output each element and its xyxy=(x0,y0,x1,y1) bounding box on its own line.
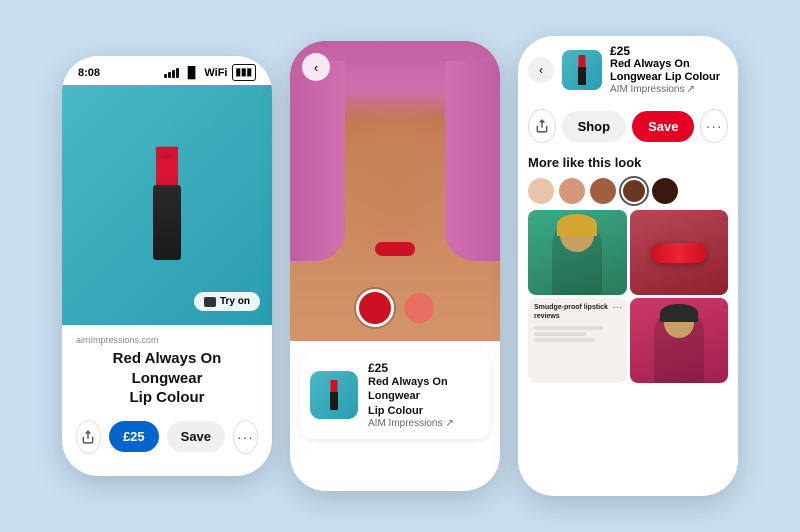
action-bar: Shop Save ··· xyxy=(518,103,738,149)
dots-icon: ··· xyxy=(706,118,723,134)
phone-3: ‹ £25 Red Always On Longwear Lip Colour … xyxy=(518,36,738,496)
product-brand: AIM Impressions ↗ xyxy=(610,84,728,95)
product-thumbnail xyxy=(562,50,602,90)
grid-item-3[interactable]: Smudge-proof lipstick reviews ··· xyxy=(528,298,627,383)
swatch-3[interactable] xyxy=(590,178,616,204)
action-bar: £25 Save ··· xyxy=(76,420,258,454)
save-button[interactable]: Save xyxy=(167,421,225,452)
camera-view: ‹ xyxy=(290,41,500,341)
shop-button[interactable]: Shop xyxy=(562,111,627,142)
lipstick-product-image xyxy=(140,150,195,260)
lips-overlay xyxy=(375,242,415,256)
back-button[interactable]: ‹ xyxy=(302,53,330,81)
more-to-try-button[interactable]: More to try xyxy=(76,476,258,477)
dots-icon: ··· xyxy=(237,429,254,445)
more-options-button[interactable]: ··· xyxy=(233,420,258,454)
hair-right xyxy=(445,61,500,261)
lipstick-body xyxy=(153,185,181,260)
product-title: Red Always On LongwearLip Colour xyxy=(76,349,258,408)
time-display: 8:08 xyxy=(78,67,100,79)
product-title: Red Always On Longwear Lip Colour xyxy=(610,58,728,84)
lipstick-mini-body xyxy=(330,392,338,410)
swatch-pink[interactable] xyxy=(404,293,434,323)
grid-item-dots[interactable]: ··· xyxy=(613,302,623,313)
hair-left xyxy=(290,61,345,261)
related-images-grid: Smudge-proof lipstick reviews ··· xyxy=(518,210,738,383)
try-on-badge[interactable]: Try on xyxy=(194,292,260,311)
product-price: £25 xyxy=(610,44,728,58)
wifi-icon: WiFi xyxy=(204,67,227,79)
more-options-button[interactable]: ··· xyxy=(700,109,728,143)
status-bar: 8:08 ▐▌ WiFi ▮▮▮ xyxy=(62,56,272,85)
header-info: £25 Red Always On Longwear Lip Colour AI… xyxy=(610,44,728,95)
phone-1: 8:08 ▐▌ WiFi ▮▮▮ Try on aimImpressions.c… xyxy=(62,56,272,476)
product-thumbnail xyxy=(310,371,358,419)
swatch-red[interactable] xyxy=(356,289,394,327)
card-price: £25 xyxy=(368,361,480,375)
back-button[interactable]: ‹ xyxy=(528,57,554,83)
product-header: ‹ £25 Red Always On Longwear Lip Colour … xyxy=(518,36,738,103)
share-button[interactable] xyxy=(528,109,556,143)
product-card: £25 Red Always On LongwearLip Colour AIM… xyxy=(300,351,490,439)
lip-mini-body xyxy=(578,67,586,85)
section-title: More like this look xyxy=(518,149,738,174)
grid-item-4[interactable] xyxy=(630,298,729,383)
product-image: Try on xyxy=(62,85,272,325)
color-swatches xyxy=(356,289,434,327)
share-icon xyxy=(535,119,549,133)
card-title: Red Always On LongwearLip Colour xyxy=(368,375,480,418)
card-info: £25 Red Always On LongwearLip Colour AIM… xyxy=(368,361,480,429)
grid-item-2[interactable] xyxy=(630,210,729,295)
card-brand: AIM Impressions ↗ xyxy=(368,418,480,429)
color-swatches xyxy=(518,174,738,210)
swatch-2[interactable] xyxy=(559,178,585,204)
battery-icon: ▮▮▮ xyxy=(232,64,256,81)
signal-icon xyxy=(164,68,179,78)
lipstick-mini-icon xyxy=(575,55,589,85)
share-button[interactable] xyxy=(76,420,101,454)
grid-item-1[interactable] xyxy=(528,210,627,295)
phone-2: ‹ £25 Red Always On LongwearLip Colour A… xyxy=(290,41,500,491)
swatch-1[interactable] xyxy=(528,178,554,204)
external-link-icon: ↗ xyxy=(445,418,453,429)
swatch-5[interactable] xyxy=(652,178,678,204)
try-on-label: Try on xyxy=(220,296,250,307)
grid-caption-3: Smudge-proof lipstick reviews xyxy=(534,303,621,321)
lipstick-mini-icon xyxy=(327,380,341,410)
network-icon: ▐▌ xyxy=(184,67,200,79)
save-button[interactable]: Save xyxy=(632,111,694,142)
camera-icon xyxy=(204,297,216,307)
price-button[interactable]: £25 xyxy=(109,421,159,452)
share-icon xyxy=(81,430,95,444)
product-info: aimImpressions.com Red Always On Longwea… xyxy=(62,325,272,476)
product-url: aimImpressions.com xyxy=(76,335,258,345)
swatch-4-selected[interactable] xyxy=(621,178,647,204)
external-link-icon: ↗ xyxy=(686,84,694,95)
